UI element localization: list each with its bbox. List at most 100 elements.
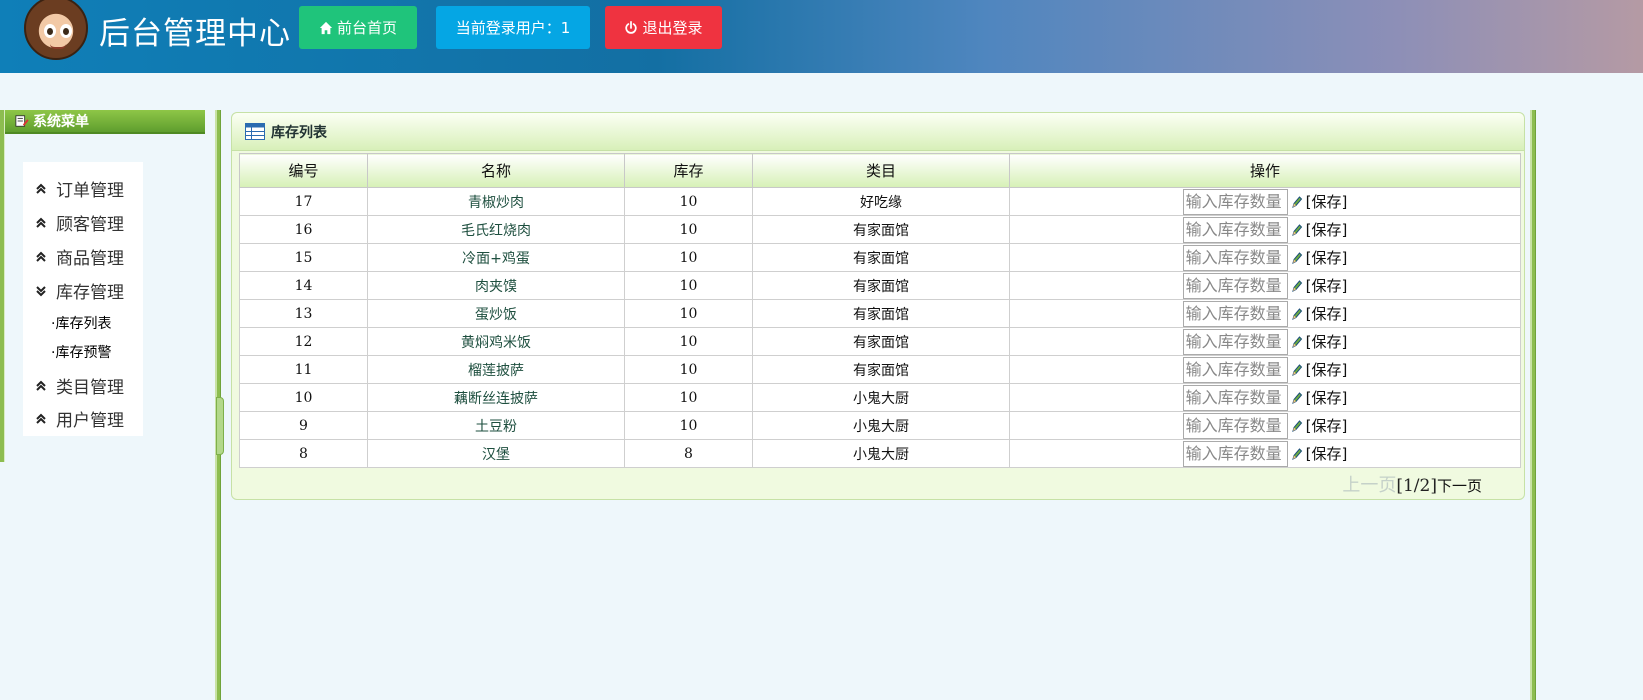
next-page-link[interactable]: 下一页 <box>1437 475 1482 496</box>
cell-actions: [保存] <box>1009 271 1521 300</box>
menu-panel: 订单管理 顾客管理 商品管理 库存管理 ·库存列表 ·库存预警 类目管理 用户管… <box>23 162 143 436</box>
menu-item-inventory[interactable]: 库存管理 <box>34 278 124 303</box>
current-user-label: 当前登录用户：1 <box>455 19 571 37</box>
cell-id: 11 <box>239 355 368 384</box>
stock-quantity-input[interactable] <box>1182 244 1288 271</box>
table-row: 9土豆粉10小鬼大厨 [保存] <box>239 411 1521 440</box>
stock-quantity-input[interactable] <box>1182 356 1288 383</box>
table-row: 17青椒炒肉10好吃缘 [保存] <box>239 187 1521 216</box>
menu-item-orders[interactable]: 订单管理 <box>34 176 124 201</box>
submenu-inventory-list[interactable]: ·库存列表 <box>51 313 111 333</box>
stock-quantity-input[interactable] <box>1182 412 1288 439</box>
menu-item-users[interactable]: 用户管理 <box>34 406 124 431</box>
pencil-icon <box>1291 279 1302 292</box>
cell-name: 土豆粉 <box>367 411 625 440</box>
cell-name: 冷面+鸡蛋 <box>367 243 625 272</box>
cell-actions: [保存] <box>1009 439 1521 468</box>
cell-name: 黄焖鸡米饭 <box>367 327 625 356</box>
cell-stock: 10 <box>624 215 753 244</box>
cell-category: 有家面馆 <box>752 355 1010 384</box>
sidebar-toggle-handle[interactable] <box>216 397 224 455</box>
cell-actions: [保存] <box>1009 411 1521 440</box>
home-button-label: 前台首页 <box>336 19 397 37</box>
cell-stock: 10 <box>624 383 753 412</box>
cell-category: 小鬼大厨 <box>752 439 1010 468</box>
table-row: 13蛋炒饭10有家面馆 [保存] <box>239 299 1521 328</box>
col-header-category: 类目 <box>752 153 1010 188</box>
cell-id: 8 <box>239 439 368 468</box>
table-row: 10藕断丝连披萨10小鬼大厨[保存] <box>239 383 1521 412</box>
app-title: 后台管理中心 <box>99 16 291 52</box>
save-link[interactable]: [保存] <box>1306 443 1348 464</box>
pencil-icon <box>1291 307 1302 320</box>
cell-stock: 8 <box>624 439 753 468</box>
menu-item-customers[interactable]: 顾客管理 <box>34 210 124 235</box>
home-icon <box>319 21 333 34</box>
cell-id: 16 <box>239 215 368 244</box>
save-link[interactable]: [保存] <box>1306 219 1348 240</box>
submenu-inventory-warning[interactable]: ·库存预警 <box>51 342 111 362</box>
save-link[interactable]: [保存] <box>1306 415 1348 436</box>
stock-quantity-input[interactable] <box>1182 272 1288 299</box>
save-link[interactable]: [保存] <box>1306 331 1348 352</box>
sidebar-title: 系统菜单 <box>33 114 89 130</box>
save-link[interactable]: [保存] <box>1306 359 1348 380</box>
pagination: 上一页 [1/2] 下一页 <box>1342 471 1482 497</box>
save-link[interactable]: [保存] <box>1306 247 1348 268</box>
cell-stock: 10 <box>624 327 753 356</box>
col-header-actions: 操作 <box>1009 153 1521 188</box>
save-link[interactable]: [保存] <box>1306 387 1348 408</box>
avatar <box>24 0 88 60</box>
cell-stock: 10 <box>624 243 753 272</box>
cell-id: 9 <box>239 411 368 440</box>
cell-id: 15 <box>239 243 368 272</box>
menu-item-label: 商品管理 <box>56 249 124 269</box>
inventory-table-wrap: 编号 名称 库存 类目 操作 17青椒炒肉10好吃缘[保存]16毛氏红烧肉10有… <box>239 153 1521 468</box>
sidebar-edge <box>0 110 5 462</box>
cell-category: 有家面馆 <box>752 243 1010 272</box>
prev-page-link[interactable]: 上一页 <box>1342 471 1396 497</box>
menu-item-products[interactable]: 商品管理 <box>34 244 124 269</box>
table-row: 15冷面+鸡蛋10有家面馆 [保存] <box>239 243 1521 272</box>
table-header-row: 编号 名称 库存 类目 操作 <box>239 153 1521 188</box>
stock-quantity-input[interactable] <box>1182 384 1288 411</box>
cell-actions: [保存] <box>1009 327 1521 356</box>
cell-stock: 10 <box>624 271 753 300</box>
chevron-down-icon <box>36 285 46 296</box>
cell-category: 有家面馆 <box>752 215 1010 244</box>
chevron-up-icon <box>36 251 46 262</box>
pencil-icon <box>1291 223 1302 236</box>
save-link[interactable]: [保存] <box>1306 191 1348 212</box>
chevron-up-icon <box>36 217 46 228</box>
logout-button[interactable]: 退出登录 <box>605 6 722 49</box>
menu-item-categories[interactable]: 类目管理 <box>34 373 124 398</box>
table-row: 11榴莲披萨10有家面馆 [保存] <box>239 355 1521 384</box>
save-link[interactable]: [保存] <box>1306 303 1348 324</box>
cell-category: 有家面馆 <box>752 327 1010 356</box>
save-link[interactable]: [保存] <box>1306 275 1348 296</box>
stock-quantity-input[interactable] <box>1182 440 1288 467</box>
stock-quantity-input[interactable] <box>1182 216 1288 243</box>
cell-stock: 10 <box>624 411 753 440</box>
edit-menu-icon <box>15 115 29 127</box>
home-button[interactable]: 前台首页 <box>299 6 417 49</box>
sidebar-header: 系统菜单 <box>5 110 205 134</box>
cell-id: 13 <box>239 299 368 328</box>
stock-quantity-input[interactable] <box>1182 328 1288 355</box>
pencil-icon <box>1291 335 1302 348</box>
pencil-icon <box>1291 195 1302 208</box>
cell-name: 汉堡 <box>367 439 625 468</box>
table-row: 12黄焖鸡米饭10有家面馆 [保存] <box>239 327 1521 356</box>
cell-id: 10 <box>239 383 368 412</box>
cell-name: 毛氏红烧肉 <box>367 215 625 244</box>
cell-id: 17 <box>239 187 368 216</box>
cell-actions: [保存] <box>1009 355 1521 384</box>
menu-item-label: 类目管理 <box>56 378 124 398</box>
power-icon <box>625 20 638 34</box>
stock-quantity-input[interactable] <box>1182 188 1288 215</box>
current-user-button[interactable]: 当前登录用户：1 <box>436 6 590 49</box>
stock-quantity-input[interactable] <box>1182 300 1288 327</box>
cell-name: 藕断丝连披萨 <box>367 383 625 412</box>
cell-id: 14 <box>239 271 368 300</box>
menu-item-label: 顾客管理 <box>56 215 124 235</box>
